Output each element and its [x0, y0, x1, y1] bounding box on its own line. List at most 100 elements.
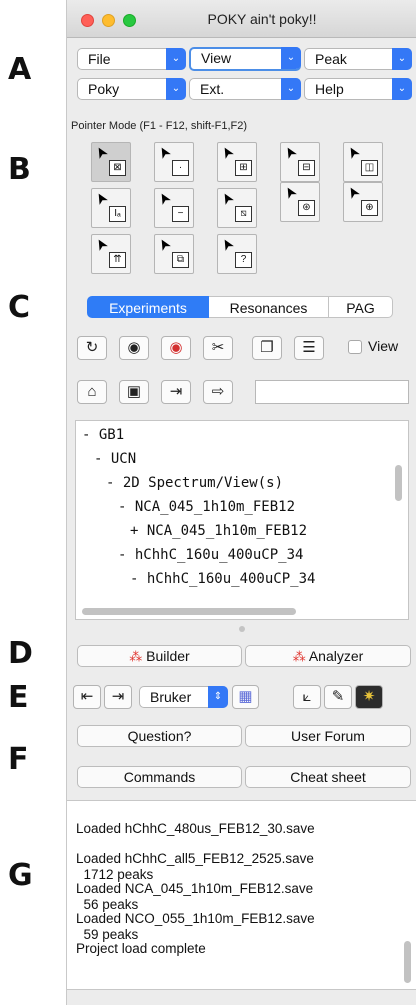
pointer-cursor-icon: ➤	[342, 182, 364, 203]
pointer-cursor-icon: ➤	[279, 142, 301, 163]
refresh-icon: ↻	[85, 339, 99, 356]
tools-icon: ✂	[211, 339, 225, 356]
pointer-cursor-icon: ➤	[90, 234, 112, 255]
structure-button[interactable]: ✷	[355, 685, 383, 709]
list-icon: ☰	[302, 339, 316, 356]
view-menu-label: View	[201, 50, 232, 66]
log-line: 1712 peaks	[76, 867, 154, 882]
analyzer-button-label: Analyzer	[308, 648, 364, 664]
section-letter-c: C	[8, 290, 31, 325]
chevron-down-icon: ⌄	[281, 78, 301, 100]
log-output[interactable]: Loaded hChhC_480us_FEB12_30.save Loaded h…	[67, 800, 416, 990]
pointer-mode-button[interactable]: ➤ Iₐ	[91, 188, 131, 228]
pointer-mode-button[interactable]: ➤ ◫	[343, 142, 383, 182]
peak-menu-label: Peak	[315, 51, 347, 67]
import-right-button[interactable]: ⇥	[104, 685, 132, 709]
pointer-mode-button[interactable]: ➤ ⇈	[91, 234, 131, 274]
tab-resonances[interactable]: Resonances	[209, 296, 329, 318]
view-menu[interactable]: View ⌄	[189, 47, 301, 71]
chevron-down-icon: ⌄	[166, 48, 186, 70]
file-menu-label: File	[88, 51, 111, 67]
tree-item[interactable]: - GB1	[82, 427, 124, 443]
chevron-down-icon: ⌄	[281, 47, 301, 69]
pointer-cursor-icon: ➤	[216, 142, 238, 163]
edit-note-icon: ✎	[331, 688, 345, 705]
horizontal-split-icon: ⊟	[298, 160, 315, 176]
user-forum-button[interactable]: User Forum	[245, 725, 411, 747]
export-button[interactable]: ⇨	[203, 380, 233, 404]
chevron-down-icon: ⌄	[392, 48, 412, 70]
builder-icon: ⁂	[129, 649, 143, 664]
link-arrows-icon: ⇈	[109, 252, 126, 268]
tree-item[interactable]: - hChhC_160u_400uCP_34	[118, 547, 303, 563]
analyzer-button[interactable]: ⁂ Analyzer	[245, 645, 411, 667]
spectrum-preview-button[interactable]: ▦	[232, 685, 259, 709]
list-button[interactable]: ☰	[294, 336, 324, 360]
open-folder-button[interactable]: ⌂	[77, 380, 107, 404]
splitter-handle[interactable]	[239, 626, 245, 632]
builder-button[interactable]: ⁂ Builder	[77, 645, 242, 667]
tree-vertical-scrollbar[interactable]	[395, 465, 402, 501]
spectrum-preview-icon: ▦	[238, 688, 253, 705]
grid-cross-icon: ⊞	[235, 160, 252, 176]
pointer-mode-button[interactable]: ➤ ·	[154, 142, 194, 182]
tree-item[interactable]: - 2D Spectrum/View(s)	[106, 475, 283, 491]
pointer-mode-button[interactable]: ➤ ⊛	[280, 182, 320, 222]
poky-menu[interactable]: Poky ⌄	[77, 78, 186, 100]
log-vertical-scrollbar[interactable]	[404, 941, 411, 983]
pointer-mode-button[interactable]: ➤ ⊕	[343, 182, 383, 222]
tree-item[interactable]: - NCA_045_1h10m_FEB12	[118, 499, 295, 515]
log-line: Loaded NCO_055_1h10m_FEB12.save	[76, 911, 315, 926]
import-button[interactable]: ⇥	[161, 380, 191, 404]
pointer-cursor-icon: ➤	[279, 182, 301, 203]
pointer-mode-label: Pointer Mode (F1 - F12, shift-F1,F2)	[71, 120, 248, 132]
log-line: 59 peaks	[76, 927, 139, 942]
file-menu[interactable]: File ⌄	[77, 48, 186, 70]
open-folder-icon: ⌂	[87, 383, 97, 400]
ext-menu[interactable]: Ext. ⌄	[189, 78, 301, 100]
help-menu[interactable]: Help ⌄	[304, 78, 412, 100]
filter-input[interactable]	[255, 380, 409, 404]
peak-menu[interactable]: Peak ⌄	[304, 48, 412, 70]
zoom-box-icon: ⊕	[361, 200, 378, 216]
commands-button[interactable]: Commands	[77, 766, 242, 788]
plot-axes-button[interactable]: ⟀	[293, 685, 321, 709]
pointer-mode-button[interactable]: ➤ ⊠	[91, 142, 131, 182]
tree-item[interactable]: - UCN	[94, 451, 136, 467]
format-select[interactable]: Bruker ⇕	[139, 686, 228, 708]
duplicate-button[interactable]: ❐	[252, 336, 282, 360]
save-button[interactable]: ▣	[119, 380, 149, 404]
help-menu-label: Help	[315, 81, 344, 97]
view-checkbox-label: View	[368, 338, 399, 354]
pointer-mode-button[interactable]: ➤ ⊟	[280, 142, 320, 182]
copy-box-icon: ⧉	[172, 252, 189, 268]
pointer-cursor-icon: ➤	[216, 188, 238, 209]
eye-icon: ◉	[127, 339, 141, 356]
import-left-button[interactable]: ⇤	[73, 685, 101, 709]
question-button[interactable]: Question?	[77, 725, 242, 747]
tree-item[interactable]: + NCA_045_1h10m_FEB12	[130, 523, 307, 539]
tree-item[interactable]: - hChhC_160u_400uCP_34	[130, 571, 315, 587]
tab-pag[interactable]: PAG	[329, 296, 393, 318]
tree-horizontal-scrollbar[interactable]	[82, 608, 296, 615]
pointer-mode-button[interactable]: ➤ ⧉	[154, 234, 194, 274]
import-icon: ⇥	[169, 383, 183, 400]
eye-red-button[interactable]: ◉	[161, 336, 191, 360]
help-box-icon: ?	[235, 252, 252, 268]
tab-experiments[interactable]: Experiments	[87, 296, 209, 318]
eye-button[interactable]: ◉	[119, 336, 149, 360]
panel-tabs: Experiments Resonances PAG	[87, 296, 393, 318]
pointer-mode-button[interactable]: ➤?	[217, 234, 257, 274]
edit-note-button[interactable]: ✎	[324, 685, 352, 709]
refresh-button[interactable]: ↻	[77, 336, 107, 360]
pointer-mode-button[interactable]: ➤ −	[154, 188, 194, 228]
experiment-tree[interactable]: - GB1 - UCN - 2D Spectrum/View(s) - NCA_045…	[75, 420, 409, 620]
select-box-icon: ⊠	[109, 160, 126, 176]
tools-button[interactable]: ✂	[203, 336, 233, 360]
cheat-sheet-button[interactable]: Cheat sheet	[245, 766, 411, 788]
save-icon: ▣	[126, 383, 142, 400]
pointer-mode-button[interactable]: ➤ ⧅	[217, 188, 257, 228]
pointer-cursor-icon: ➤	[90, 142, 112, 163]
pointer-mode-button[interactable]: ➤ ⊞	[217, 142, 257, 182]
view-checkbox[interactable]	[348, 340, 362, 354]
